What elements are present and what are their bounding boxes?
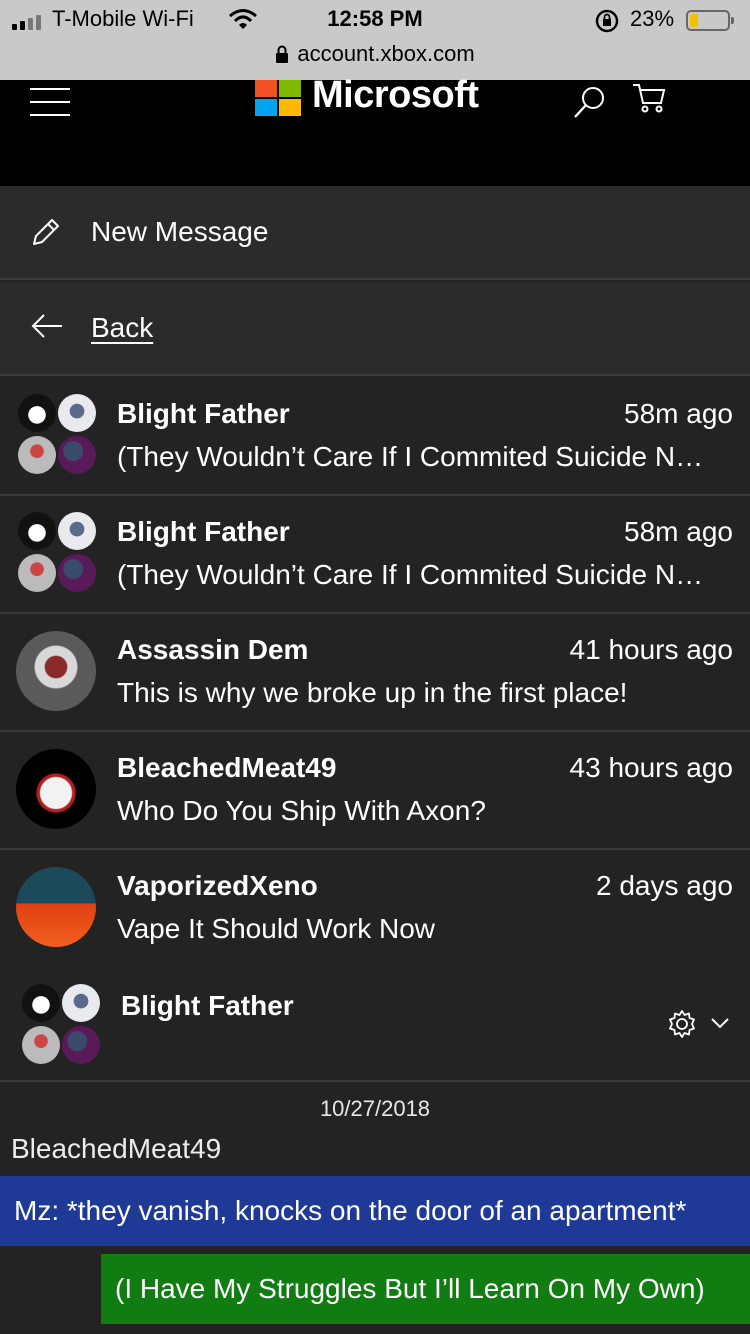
menu-icon[interactable] <box>30 88 70 116</box>
chevron-down-icon[interactable] <box>710 1016 730 1030</box>
conversation-preview: (They Wouldn’t Care If I Commited Suicid… <box>117 559 704 590</box>
conversation-preview: (They Wouldn’t Care If I Commited Suicid… <box>117 441 704 472</box>
rotation-lock-icon <box>595 9 619 33</box>
battery-icon <box>686 10 734 31</box>
battery-percent: 23% <box>630 6 675 31</box>
thread-header: Blight Father <box>0 970 750 1082</box>
back-link[interactable]: Back <box>0 282 750 376</box>
conversation-item[interactable]: Assassin Dem 41 hours ago This is why we… <box>0 614 750 732</box>
pencil-icon <box>33 219 59 245</box>
group-avatar <box>22 984 102 1064</box>
conversation-item[interactable]: VaporizedXeno 2 days ago Vape It Should … <box>0 850 750 968</box>
conversation-name: Assassin Dem <box>117 634 309 665</box>
outgoing-message: (I Have My Struggles But I’ll Learn On M… <box>101 1254 750 1324</box>
conversation-item[interactable]: BleachedMeat49 43 hours ago Who Do You S… <box>0 732 750 850</box>
conversation-time: 43 hours ago <box>569 752 733 783</box>
thread-title: Blight Father <box>121 990 294 1021</box>
conversation-time: 58m ago <box>624 398 733 429</box>
back-label: Back <box>91 312 154 343</box>
site-header: Microsoft <box>0 74 750 186</box>
url-text: account.xbox.com <box>297 41 475 66</box>
conversation-preview: This is why we broke up in the first pla… <box>117 677 628 708</box>
conversation-item[interactable]: Blight Father 58m ago (They Wouldn’t Car… <box>0 378 750 496</box>
incoming-message: Mz: *they vanish, knocks on the door of … <box>0 1176 750 1246</box>
conversation-name: Blight Father <box>117 516 290 547</box>
conversation-name: BleachedMeat49 <box>117 752 337 783</box>
conversation-time: 2 days ago <box>596 870 733 901</box>
user-avatar <box>16 749 96 829</box>
conversation-name: Blight Father <box>117 398 290 429</box>
address-bar[interactable]: account.xbox.com <box>0 41 750 67</box>
search-icon[interactable] <box>572 84 608 120</box>
group-avatar <box>18 394 98 474</box>
conversation-item[interactable]: Blight Father 58m ago (They Wouldn’t Car… <box>0 496 750 614</box>
status-bar: T-Mobile Wi-Fi 12:58 PM 23% account.xbox… <box>0 0 750 80</box>
group-avatar <box>18 512 98 592</box>
brand-name[interactable]: Microsoft <box>312 74 479 117</box>
conversation-name: VaporizedXeno <box>117 870 318 901</box>
conversation-time: 58m ago <box>624 516 733 547</box>
conversation-preview: Vape It Should Work Now <box>117 913 436 944</box>
user-avatar <box>16 631 96 711</box>
conversation-time: 41 hours ago <box>569 634 733 665</box>
user-avatar <box>16 867 96 947</box>
gear-icon[interactable] <box>666 1008 698 1040</box>
new-message-button[interactable]: New Message <box>0 186 750 280</box>
new-message-label: New Message <box>91 216 269 247</box>
back-arrow-icon <box>31 314 62 338</box>
cart-icon[interactable] <box>632 82 666 114</box>
microsoft-logo[interactable] <box>255 80 301 116</box>
conversation-preview: Who Do You Ship With Axon? <box>117 795 486 826</box>
message-date: 10/27/2018 <box>319 1096 431 1121</box>
padlock-icon <box>276 45 289 63</box>
message-sender: BleachedMeat49 <box>11 1133 222 1164</box>
